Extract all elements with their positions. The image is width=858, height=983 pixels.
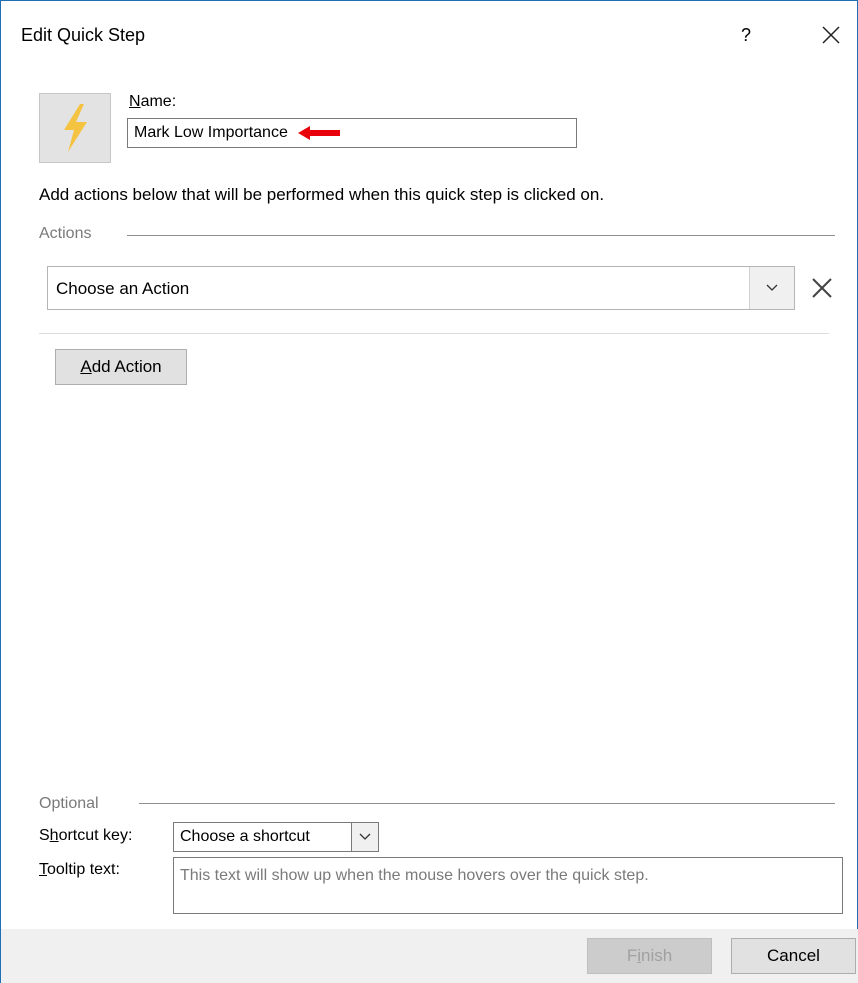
optional-group-label: Optional	[39, 795, 99, 812]
name-input[interactable]: Mark Low Importance	[127, 118, 577, 148]
shortcut-key-value: Choose a shortcut	[180, 828, 310, 845]
chevron-down-icon	[359, 833, 371, 840]
close-icon	[822, 26, 840, 44]
lightning-bolt-icon	[64, 104, 87, 152]
cancel-button[interactable]: Cancel	[731, 938, 856, 974]
shortcut-dropdown-button[interactable]	[351, 823, 378, 851]
actions-group-label: Actions	[39, 225, 92, 242]
dialog-footer	[1, 929, 858, 983]
add-action-button[interactable]: Add Action	[55, 349, 187, 385]
finish-button[interactable]: Fi nish	[587, 938, 712, 974]
close-button[interactable]	[813, 19, 849, 51]
edit-quick-step-dialog: Edit Quick Step ? Name: Mark Low Importa…	[0, 0, 858, 983]
name-label: Name:	[129, 93, 177, 110]
shortcut-key-select[interactable]: Choose a shortcut	[173, 822, 379, 852]
chevron-down-icon	[766, 284, 778, 291]
remove-action-button[interactable]	[807, 273, 837, 303]
action-select[interactable]: Choose an Action	[47, 266, 795, 310]
actions-separator	[39, 333, 829, 334]
help-button[interactable]: ?	[731, 19, 761, 51]
shortcut-key-label: Shortcut key:	[39, 827, 133, 844]
optional-group-divider	[139, 803, 835, 804]
dialog-title: Edit Quick Step	[21, 25, 146, 45]
action-dropdown-button[interactable]	[749, 267, 794, 309]
action-select-value: Choose an Action	[56, 279, 190, 298]
instruction-text: Add actions below that will be performed…	[39, 185, 605, 204]
quick-step-icon-button[interactable]	[39, 93, 111, 163]
name-input-value: Mark Low Importance	[134, 124, 288, 141]
actions-group-divider	[127, 235, 835, 236]
tooltip-text-label: Tooltip text:	[39, 861, 120, 878]
red-arrow-icon	[297, 126, 340, 140]
tooltip-text-input[interactable]: This text will show up when the mouse ho…	[173, 857, 843, 914]
close-icon	[812, 278, 832, 298]
